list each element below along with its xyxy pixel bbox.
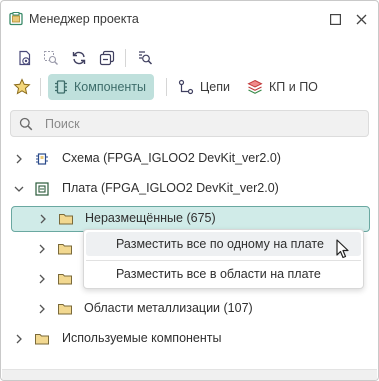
context-menu: Разместить все по одному на плате Размес… [83,229,364,289]
search-input[interactable] [45,115,345,133]
tree-item-label: Используемые компоненты [62,331,222,345]
menu-item-place-one-by-one[interactable]: Разместить все по одному на плате [86,232,361,256]
star-icon[interactable] [13,78,31,96]
board-icon [35,182,49,196]
cursor-icon [336,239,349,259]
refresh-icon [72,51,86,65]
layers-icon [247,79,263,94]
chevron-right-icon[interactable] [37,244,47,254]
menu-item-place-in-area[interactable]: Разместить все в области на плате [86,262,361,286]
net-icon [178,79,194,95]
project-manager-panel: Менеджер проекта Компоненты Цепи КП и ПО… [0,0,379,381]
chevron-right-icon[interactable] [38,214,48,224]
tree-item-used-components[interactable]: Используемые компоненты [9,327,369,351]
folder-icon [58,274,72,285]
tree-item-copper-areas[interactable]: Области металлизации (107) [9,297,369,321]
folder-icon [35,334,49,345]
toolbar-divider [125,49,126,67]
folder-icon [58,244,72,255]
chevron-right-icon[interactable] [14,334,24,344]
close-button[interactable] [353,11,369,27]
tree-item-board[interactable]: Плата (FPGA_IGLOO2 DevKit_ver2.0) [9,177,369,201]
chevron-right-icon[interactable] [37,274,47,284]
tree-item-label: Области металлизации (107) [84,301,253,315]
chevron-right-icon[interactable] [37,304,47,314]
document-eye-icon [19,50,31,66]
document-view-button[interactable] [14,47,36,69]
schematic-icon [36,153,48,165]
tabs-divider [40,78,41,96]
maximize-button[interactable] [327,11,343,27]
tree-item-label: Неразмещённые (675) [85,211,216,225]
chevron-down-icon[interactable] [14,184,24,194]
collapse-all-icon [99,50,115,66]
zoom-selection-icon [44,51,58,65]
tab-pads-vias-label: КП и ПО [269,80,318,94]
menu-item-label: Разместить все по одному на плате [116,237,324,251]
project-manager-icon [9,12,23,26]
window-title: Менеджер проекта [29,12,139,26]
tree-item-label: Плата (FPGA_IGLOO2 DevKit_ver2.0) [62,181,279,195]
menu-divider [86,260,361,261]
chip-icon [55,80,67,94]
tree-item-label: Схема (FPGA_IGLOO2 DevKit_ver2.0) [62,151,281,165]
tree-item-schematic[interactable]: Схема (FPGA_IGLOO2 DevKit_ver2.0) [9,147,369,171]
tab-nets[interactable]: Цепи [172,74,238,100]
view-tabs-bar: Компоненты Цепи КП и ПО [1,72,378,102]
search-icon [19,117,33,131]
title-bar: Менеджер проекта [1,1,378,37]
folder-icon [59,214,73,225]
filter-search-icon [139,51,153,65]
refresh-button[interactable] [68,47,90,69]
filter-search-button[interactable] [134,47,156,69]
close-icon [356,14,366,24]
menu-item-label: Разместить все в области на плате [116,267,321,281]
toolbar [1,45,378,71]
folder-icon [58,304,72,315]
tab-components[interactable]: Компоненты [48,74,155,100]
tab-components-label: Компоненты [74,80,147,94]
tabs-divider [166,78,167,96]
tab-nets-label: Цепи [200,80,230,94]
maximize-icon [329,13,341,25]
zoom-to-selection-button[interactable] [40,47,62,69]
chevron-right-icon[interactable] [14,154,24,164]
search-box [10,110,369,137]
tab-pads-vias[interactable]: КП и ПО [241,74,326,100]
collapse-all-button[interactable] [96,47,118,69]
horizontal-scrollbar[interactable] [2,369,377,380]
